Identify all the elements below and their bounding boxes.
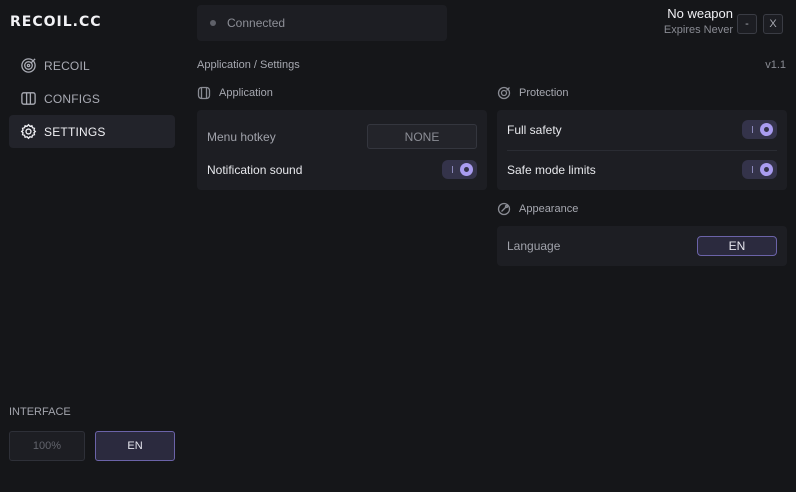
language-row: Language EN: [507, 236, 777, 256]
menu-hotkey-row: Menu hotkey NONE: [207, 124, 477, 149]
license-expiry: Expires Never: [663, 24, 733, 36]
breadcrumb: Application / Settings: [197, 59, 300, 71]
appearance-section-header: Appearance: [497, 202, 578, 216]
interface-label: INTERFACE: [9, 406, 71, 418]
gear-icon: [19, 123, 37, 141]
full-safety-row: Full safety: [507, 120, 777, 139]
status-text: Connected: [227, 16, 286, 30]
zoom-button[interactable]: 100%: [9, 431, 85, 461]
application-section-header: Application: [197, 86, 273, 100]
app-logo: RECOIL.CC: [10, 14, 102, 30]
interface-language-button[interactable]: EN: [95, 431, 175, 461]
divider: [507, 150, 777, 151]
weapon-name: No weapon: [667, 6, 733, 21]
sidebar-item-recoil[interactable]: RECOIL: [9, 49, 175, 82]
sidebar-item-label: RECOIL: [44, 58, 90, 73]
safe-mode-toggle[interactable]: [742, 160, 777, 179]
target-icon: [19, 57, 37, 75]
section-title: Protection: [519, 87, 569, 99]
full-safety-toggle[interactable]: [742, 120, 777, 139]
configs-icon: [19, 90, 37, 108]
protection-card: Full safety Safe mode limits: [497, 110, 787, 190]
notification-sound-toggle[interactable]: [442, 160, 477, 179]
application-icon: [197, 86, 211, 100]
safe-mode-label: Safe mode limits: [507, 162, 596, 177]
application-card: Menu hotkey NONE Notification sound: [197, 110, 487, 190]
appearance-icon: [497, 202, 511, 216]
weapon-info: No weapon Expires Never: [664, 6, 733, 36]
section-title: Application: [219, 87, 273, 99]
target-icon: [497, 86, 511, 100]
full-safety-label: Full safety: [507, 122, 562, 137]
sidebar-item-label: CONFIGS: [44, 91, 101, 106]
notification-sound-label: Notification sound: [207, 162, 303, 177]
notification-sound-row: Notification sound: [207, 160, 477, 179]
sidebar-nav: RECOIL CONFIGS SETTINGS: [9, 49, 175, 148]
connection-status: Connected: [197, 5, 447, 41]
version-label: v1.1: [765, 59, 786, 71]
section-title: Appearance: [519, 203, 579, 215]
sidebar-item-configs[interactable]: CONFIGS: [9, 82, 175, 115]
language-select[interactable]: EN: [697, 236, 777, 256]
sidebar-item-label: SETTINGS: [44, 124, 106, 139]
close-button[interactable]: X: [763, 14, 783, 34]
minimize-button[interactable]: -: [737, 14, 757, 34]
sidebar-item-settings[interactable]: SETTINGS: [9, 115, 175, 148]
safe-mode-row: Safe mode limits: [507, 160, 777, 179]
menu-hotkey-label: Menu hotkey: [207, 129, 276, 144]
status-dot-icon: [210, 20, 216, 26]
menu-hotkey-field[interactable]: NONE: [367, 124, 477, 149]
language-label: Language: [507, 239, 561, 253]
appearance-card: Language EN: [497, 226, 787, 266]
protection-section-header: Protection: [497, 86, 569, 100]
